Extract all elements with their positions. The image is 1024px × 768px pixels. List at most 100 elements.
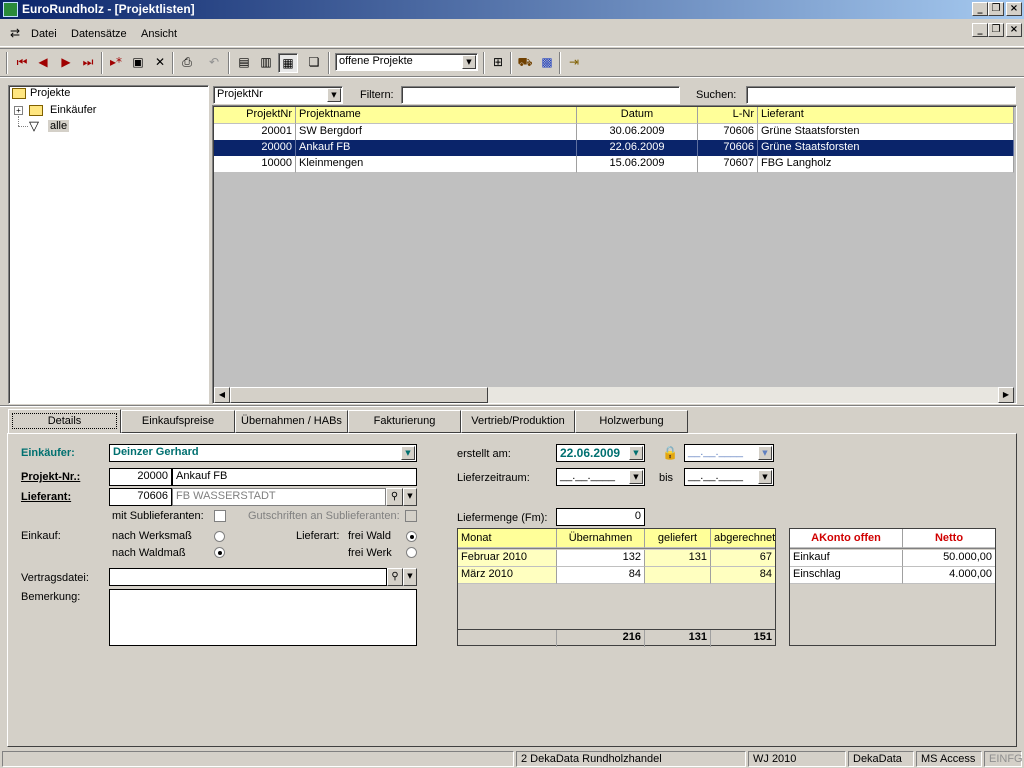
cell-projektname: Kleinmengen bbox=[296, 156, 577, 173]
print-icon[interactable]: ⎙ bbox=[177, 53, 197, 73]
cell-akonto-label: Einschlag bbox=[790, 567, 903, 584]
horizontal-scrollbar[interactable]: ◀ ▶ bbox=[214, 387, 1014, 403]
chevron-down-icon[interactable]: ▼ bbox=[403, 488, 417, 506]
tab-fakturierung[interactable]: Fakturierung bbox=[348, 410, 461, 433]
bemerkung-label: Bemerkung: bbox=[21, 591, 81, 603]
lock-date-field[interactable]: __.__.____ ▼ bbox=[684, 444, 774, 462]
table-row[interactable]: März 2010 84 84 bbox=[458, 567, 775, 584]
tree-item-einkaeufer[interactable]: Einkäufer bbox=[50, 104, 96, 116]
child-close-button[interactable]: × bbox=[1006, 23, 1022, 37]
menu-datei[interactable]: Datei bbox=[31, 28, 57, 40]
chevron-down-icon[interactable]: ▼ bbox=[401, 446, 415, 460]
child-restore-button[interactable]: ❐ bbox=[988, 23, 1004, 37]
frei-werk-radio[interactable] bbox=[406, 547, 417, 558]
tab-holzwerbung[interactable]: Holzwerbung bbox=[575, 410, 688, 433]
minimize-button[interactable]: _ bbox=[972, 2, 988, 16]
tree-root-label[interactable]: Projekte bbox=[30, 87, 70, 99]
tree-item-alle[interactable]: alle bbox=[48, 120, 70, 132]
chevron-down-icon[interactable]: ▼ bbox=[629, 446, 643, 460]
new-record-icon[interactable]: ▸* bbox=[106, 53, 126, 73]
scroll-thumb[interactable] bbox=[230, 387, 488, 403]
calculator-icon[interactable]: ▩ bbox=[537, 53, 557, 73]
copy-icon[interactable]: ❏ bbox=[304, 53, 324, 73]
status-company: 2 DekaData Rundholzhandel bbox=[516, 751, 746, 767]
tab-uebernahmen[interactable]: Übernahmen / HABs bbox=[235, 410, 348, 433]
truck-icon[interactable]: ⛟ bbox=[515, 53, 535, 73]
sort-combo[interactable]: ProjektNr ▼ bbox=[213, 86, 343, 104]
chevron-down-icon[interactable]: ▼ bbox=[327, 88, 341, 102]
waldmass-radio[interactable] bbox=[214, 547, 225, 558]
scroll-left-icon[interactable]: ◀ bbox=[214, 387, 230, 403]
tab-vertrieb[interactable]: Vertrieb/Produktion bbox=[461, 410, 575, 433]
app-icon bbox=[3, 2, 18, 17]
hierarchy-icon[interactable]: ⊞ bbox=[488, 53, 508, 73]
filter-input[interactable] bbox=[401, 86, 680, 104]
form-view-icon[interactable]: ▥ bbox=[256, 53, 276, 73]
table-row[interactable]: Einschlag 4.000,00 bbox=[790, 567, 995, 584]
table-row[interactable]: Einkauf 50.000,00 bbox=[790, 550, 995, 567]
first-record-icon[interactable]: ⏮ bbox=[12, 53, 32, 73]
frei-wald-radio[interactable] bbox=[406, 531, 417, 542]
search-label: Suchen: bbox=[696, 89, 737, 101]
lieferzeitraum-from-field[interactable]: __.__.____ ▼ bbox=[556, 468, 645, 486]
col-lnr[interactable]: L-Nr bbox=[698, 107, 758, 124]
table-row-selected[interactable]: 20000 Ankauf FB 22.06.2009 70606 Grüne S… bbox=[214, 140, 1014, 157]
prev-record-icon[interactable]: ◀ bbox=[33, 53, 53, 73]
col-datum[interactable]: Datum bbox=[577, 107, 698, 124]
child-minimize-button[interactable]: _ bbox=[972, 23, 988, 37]
close-button[interactable]: × bbox=[1006, 2, 1022, 16]
exit-icon[interactable]: ⇥ bbox=[564, 53, 584, 73]
lock-icon[interactable]: 🔒 bbox=[662, 446, 678, 461]
mdi-document-icon[interactable]: ⇄ bbox=[10, 26, 20, 40]
expand-icon[interactable]: + bbox=[14, 106, 23, 115]
cell-lieferant: FBG Langholz bbox=[758, 156, 1014, 173]
tab-einkaufspreise[interactable]: Einkaufspreise bbox=[121, 410, 235, 433]
sublieferanten-checkbox[interactable] bbox=[214, 510, 226, 522]
table-row[interactable]: 20001 SW Bergdorf 30.06.2009 70606 Grüne… bbox=[214, 124, 1014, 141]
scroll-right-icon[interactable]: ▶ bbox=[998, 387, 1014, 403]
chevron-down-icon[interactable]: ▼ bbox=[758, 446, 772, 460]
projekt-nr-field[interactable]: 20000 bbox=[109, 468, 172, 486]
search-icon[interactable]: ⚲ bbox=[387, 568, 403, 586]
chevron-down-icon[interactable]: ▼ bbox=[629, 470, 643, 484]
delete-icon[interactable]: ✕ bbox=[150, 53, 170, 73]
project-filter-combo[interactable]: offene Projekte ▼ bbox=[335, 53, 478, 71]
menu-datensaetze[interactable]: Datensätze bbox=[71, 28, 127, 40]
gutschriften-label: Gutschriften an Sublieferanten: bbox=[248, 510, 400, 522]
chevron-down-icon[interactable]: ▼ bbox=[403, 568, 417, 586]
chevron-down-icon[interactable]: ▼ bbox=[462, 55, 476, 69]
projekt-name-field[interactable]: Ankauf FB bbox=[172, 468, 417, 486]
tab-details[interactable]: Details bbox=[8, 409, 121, 434]
status-main bbox=[2, 751, 514, 767]
save-icon[interactable]: ▣ bbox=[128, 53, 148, 73]
erstellt-date-field[interactable]: 22.06.2009 ▼ bbox=[556, 444, 645, 462]
chevron-down-icon[interactable]: ▼ bbox=[758, 470, 772, 484]
cell-lnr: 70606 bbox=[698, 140, 758, 157]
col-projektnr[interactable]: ProjektNr bbox=[214, 107, 296, 124]
menu-ansicht[interactable]: Ansicht bbox=[141, 28, 177, 40]
project-tree[interactable]: Projekte + Einkäufer ▽ alle bbox=[8, 85, 209, 404]
search-input[interactable] bbox=[746, 86, 1016, 104]
werksmass-radio[interactable] bbox=[214, 531, 225, 542]
lieferant-label: Lieferant: bbox=[21, 491, 72, 503]
col-projektname[interactable]: Projektname bbox=[296, 107, 577, 124]
liefermenge-field[interactable]: 0 bbox=[556, 508, 645, 526]
grid-view-icon[interactable]: ▦ bbox=[278, 53, 298, 73]
bemerkung-textarea[interactable] bbox=[109, 589, 417, 646]
cell-netto: 4.000,00 bbox=[903, 567, 995, 584]
vertragsdatei-field[interactable] bbox=[109, 568, 387, 586]
search-icon[interactable]: ⚲ bbox=[386, 488, 403, 506]
col-lieferant[interactable]: Lieferant bbox=[758, 107, 1014, 124]
lieferzeitraum-to-field[interactable]: __.__.____ ▼ bbox=[684, 468, 774, 486]
lieferant-nr-field[interactable]: 70606 bbox=[109, 488, 172, 506]
einkaeufer-select[interactable]: Deinzer Gerhard ▼ bbox=[109, 444, 417, 462]
restore-button[interactable]: ❐ bbox=[988, 2, 1004, 16]
cell-uebernahmen: 132 bbox=[557, 550, 645, 567]
list-view-icon[interactable]: ▤ bbox=[234, 53, 254, 73]
folder-icon bbox=[29, 105, 43, 116]
next-record-icon[interactable]: ▶ bbox=[56, 53, 76, 73]
last-record-icon[interactable]: ⏭ bbox=[78, 53, 98, 73]
table-row[interactable]: 10000 Kleinmengen 15.06.2009 70607 FBG L… bbox=[214, 156, 1014, 173]
table-row[interactable]: Februar 2010 132 131 67 bbox=[458, 550, 775, 567]
cell-lieferant: Grüne Staatsforsten bbox=[758, 124, 1014, 141]
